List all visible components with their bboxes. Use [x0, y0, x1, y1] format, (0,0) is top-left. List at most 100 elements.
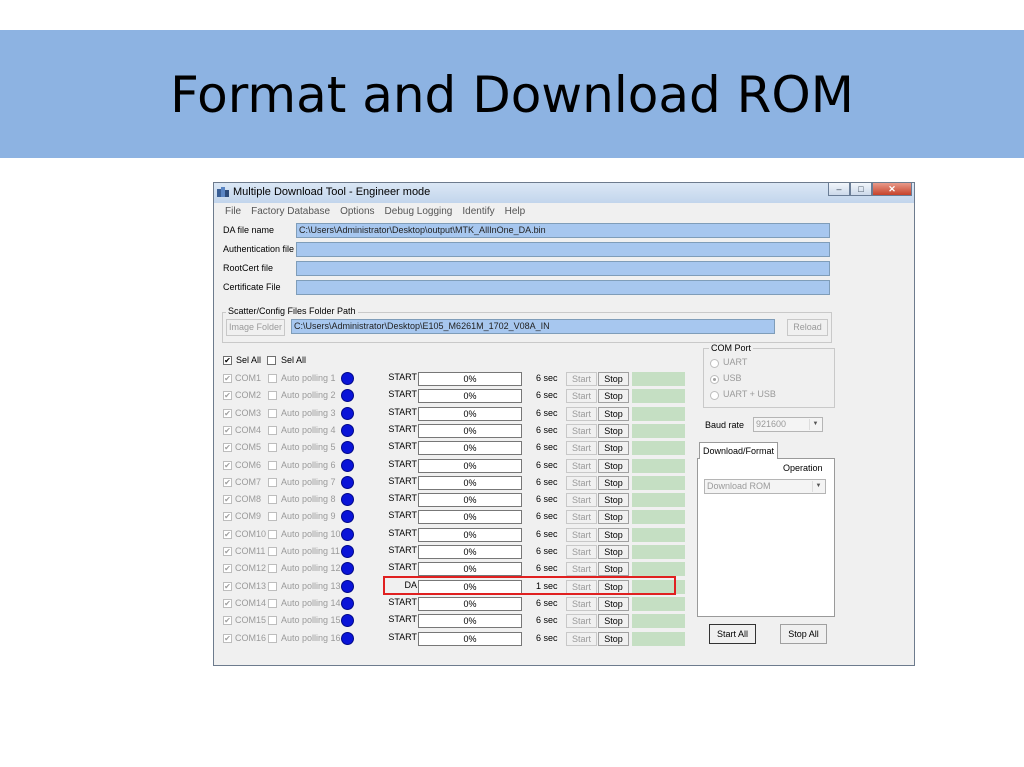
- com-checkbox[interactable]: ✔: [223, 633, 232, 643]
- stop-button[interactable]: Stop: [598, 389, 629, 404]
- auto-polling-checkbox[interactable]: [268, 581, 277, 591]
- com-checkbox[interactable]: ✔: [223, 547, 232, 556]
- stop-button[interactable]: Stop: [598, 527, 629, 542]
- start-button[interactable]: Start: [566, 527, 597, 542]
- stop-button[interactable]: Stop: [598, 510, 629, 525]
- stop-button[interactable]: Stop: [598, 475, 629, 490]
- result-indicator: [632, 441, 685, 456]
- com-checkbox[interactable]: ✔: [223, 443, 232, 453]
- status-led-icon: [341, 631, 354, 645]
- sel-all-checkbox[interactable]: ✔: [223, 356, 232, 365]
- auto-polling-checkbox[interactable]: [268, 374, 277, 383]
- sel-all-secondary-checkbox[interactable]: [267, 356, 276, 365]
- rootcert-file-field[interactable]: [296, 261, 830, 276]
- start-button[interactable]: Start: [566, 389, 597, 404]
- start-button[interactable]: Start: [566, 562, 597, 577]
- start-button[interactable]: Start: [566, 493, 597, 508]
- uart-radio[interactable]: [710, 359, 719, 368]
- reload-button[interactable]: Reload: [787, 319, 828, 336]
- progress-bar: 0%: [418, 527, 522, 542]
- stop-button[interactable]: Stop: [598, 406, 629, 421]
- com-checkbox[interactable]: ✔: [223, 512, 232, 522]
- start-button[interactable]: Start: [566, 614, 597, 629]
- status-led-icon: [341, 493, 354, 507]
- authentication-file-field[interactable]: [296, 242, 830, 257]
- usb-radio[interactable]: [710, 375, 719, 384]
- auto-polling-checkbox[interactable]: [268, 616, 277, 626]
- auto-polling-checkbox[interactable]: [268, 633, 277, 643]
- com-checkbox[interactable]: ✔: [223, 616, 232, 626]
- baud-rate-select[interactable]: 921600 ▼: [753, 417, 823, 432]
- auto-polling-checkbox[interactable]: [268, 477, 277, 487]
- scatter-path-field[interactable]: C:\Users\Administrator\Desktop\E105_M626…: [291, 319, 775, 334]
- certificate-file-label: Certificate File: [223, 282, 281, 292]
- stop-button[interactable]: Stop: [598, 562, 629, 577]
- auto-polling-checkbox[interactable]: [268, 512, 277, 522]
- auto-polling-checkbox[interactable]: [268, 495, 277, 505]
- menu-help[interactable]: Help: [500, 203, 531, 220]
- menu-factory-database[interactable]: Factory Database: [246, 203, 335, 220]
- com-checkbox[interactable]: ✔: [223, 374, 232, 383]
- stop-button[interactable]: Stop: [598, 545, 629, 559]
- auto-polling-checkbox[interactable]: [268, 460, 277, 470]
- com-checkbox[interactable]: ✔: [223, 391, 232, 401]
- start-button[interactable]: Start: [566, 458, 597, 473]
- auto-polling-checkbox[interactable]: [268, 564, 277, 574]
- com-checkbox[interactable]: ✔: [223, 477, 232, 487]
- operation-select[interactable]: Download ROM ▼: [704, 479, 826, 494]
- com-checkbox[interactable]: ✔: [223, 581, 232, 591]
- start-button[interactable]: Start: [566, 631, 597, 646]
- com-checkbox[interactable]: ✔: [223, 495, 232, 505]
- close-button[interactable]: ✕: [872, 183, 912, 196]
- com-checkbox[interactable]: ✔: [223, 598, 232, 608]
- auto-polling-label: Auto polling 6: [281, 459, 336, 470]
- maximize-button[interactable]: □: [850, 183, 872, 196]
- menu-options[interactable]: Options: [335, 203, 379, 220]
- stop-button[interactable]: Stop: [598, 493, 629, 508]
- stop-button[interactable]: Stop: [598, 614, 629, 629]
- stop-button[interactable]: Stop: [598, 423, 629, 438]
- start-button[interactable]: Start: [566, 441, 597, 456]
- menu-bar: File Factory Database Options Debug Logg…: [214, 203, 914, 220]
- elapsed-time: 6 sec: [536, 597, 558, 608]
- start-button[interactable]: Start: [566, 545, 597, 559]
- image-folder-button[interactable]: Image Folder: [226, 319, 285, 336]
- stop-button[interactable]: Stop: [598, 631, 629, 646]
- certificate-file-field[interactable]: [296, 280, 830, 295]
- stop-button[interactable]: Stop: [598, 372, 629, 386]
- com-checkbox[interactable]: ✔: [223, 425, 232, 435]
- start-button[interactable]: Start: [566, 372, 597, 386]
- stop-button[interactable]: Stop: [598, 458, 629, 473]
- minimize-icon: ‒: [836, 184, 842, 194]
- tab-download-format[interactable]: Download/Format: [699, 442, 778, 459]
- com-checkbox[interactable]: ✔: [223, 529, 232, 539]
- com-checkbox[interactable]: ✔: [223, 408, 232, 418]
- com-checkbox[interactable]: ✔: [223, 564, 232, 574]
- start-button[interactable]: Start: [566, 406, 597, 421]
- start-button[interactable]: Start: [566, 475, 597, 490]
- da-file-field[interactable]: C:\Users\Administrator\Desktop\output\MT…: [296, 223, 830, 238]
- auto-polling-checkbox[interactable]: [268, 391, 277, 401]
- start-all-button[interactable]: Start All: [709, 624, 756, 644]
- start-button[interactable]: Start: [566, 423, 597, 438]
- stop-all-button[interactable]: Stop All: [780, 624, 827, 644]
- stop-button[interactable]: Stop: [598, 441, 629, 456]
- menu-identify[interactable]: Identify: [457, 203, 499, 220]
- auto-polling-checkbox[interactable]: [268, 443, 277, 453]
- auto-polling-checkbox[interactable]: [268, 598, 277, 608]
- stop-button[interactable]: Stop: [598, 596, 629, 611]
- auto-polling-checkbox[interactable]: [268, 547, 277, 556]
- start-button[interactable]: Start: [566, 596, 597, 611]
- elapsed-time: 6 sec: [536, 442, 558, 453]
- minimize-button[interactable]: ‒: [828, 183, 850, 196]
- menu-debug-logging[interactable]: Debug Logging: [380, 203, 458, 220]
- auto-polling-checkbox[interactable]: [268, 425, 277, 435]
- com-checkbox[interactable]: ✔: [223, 460, 232, 470]
- auto-polling-checkbox[interactable]: [268, 408, 277, 418]
- com-label: COM12: [235, 563, 267, 574]
- uart-usb-radio[interactable]: [710, 391, 719, 400]
- auto-polling-checkbox[interactable]: [268, 529, 277, 539]
- chevron-down-icon: ▼: [809, 419, 821, 430]
- menu-file[interactable]: File: [220, 203, 246, 220]
- start-button[interactable]: Start: [566, 510, 597, 525]
